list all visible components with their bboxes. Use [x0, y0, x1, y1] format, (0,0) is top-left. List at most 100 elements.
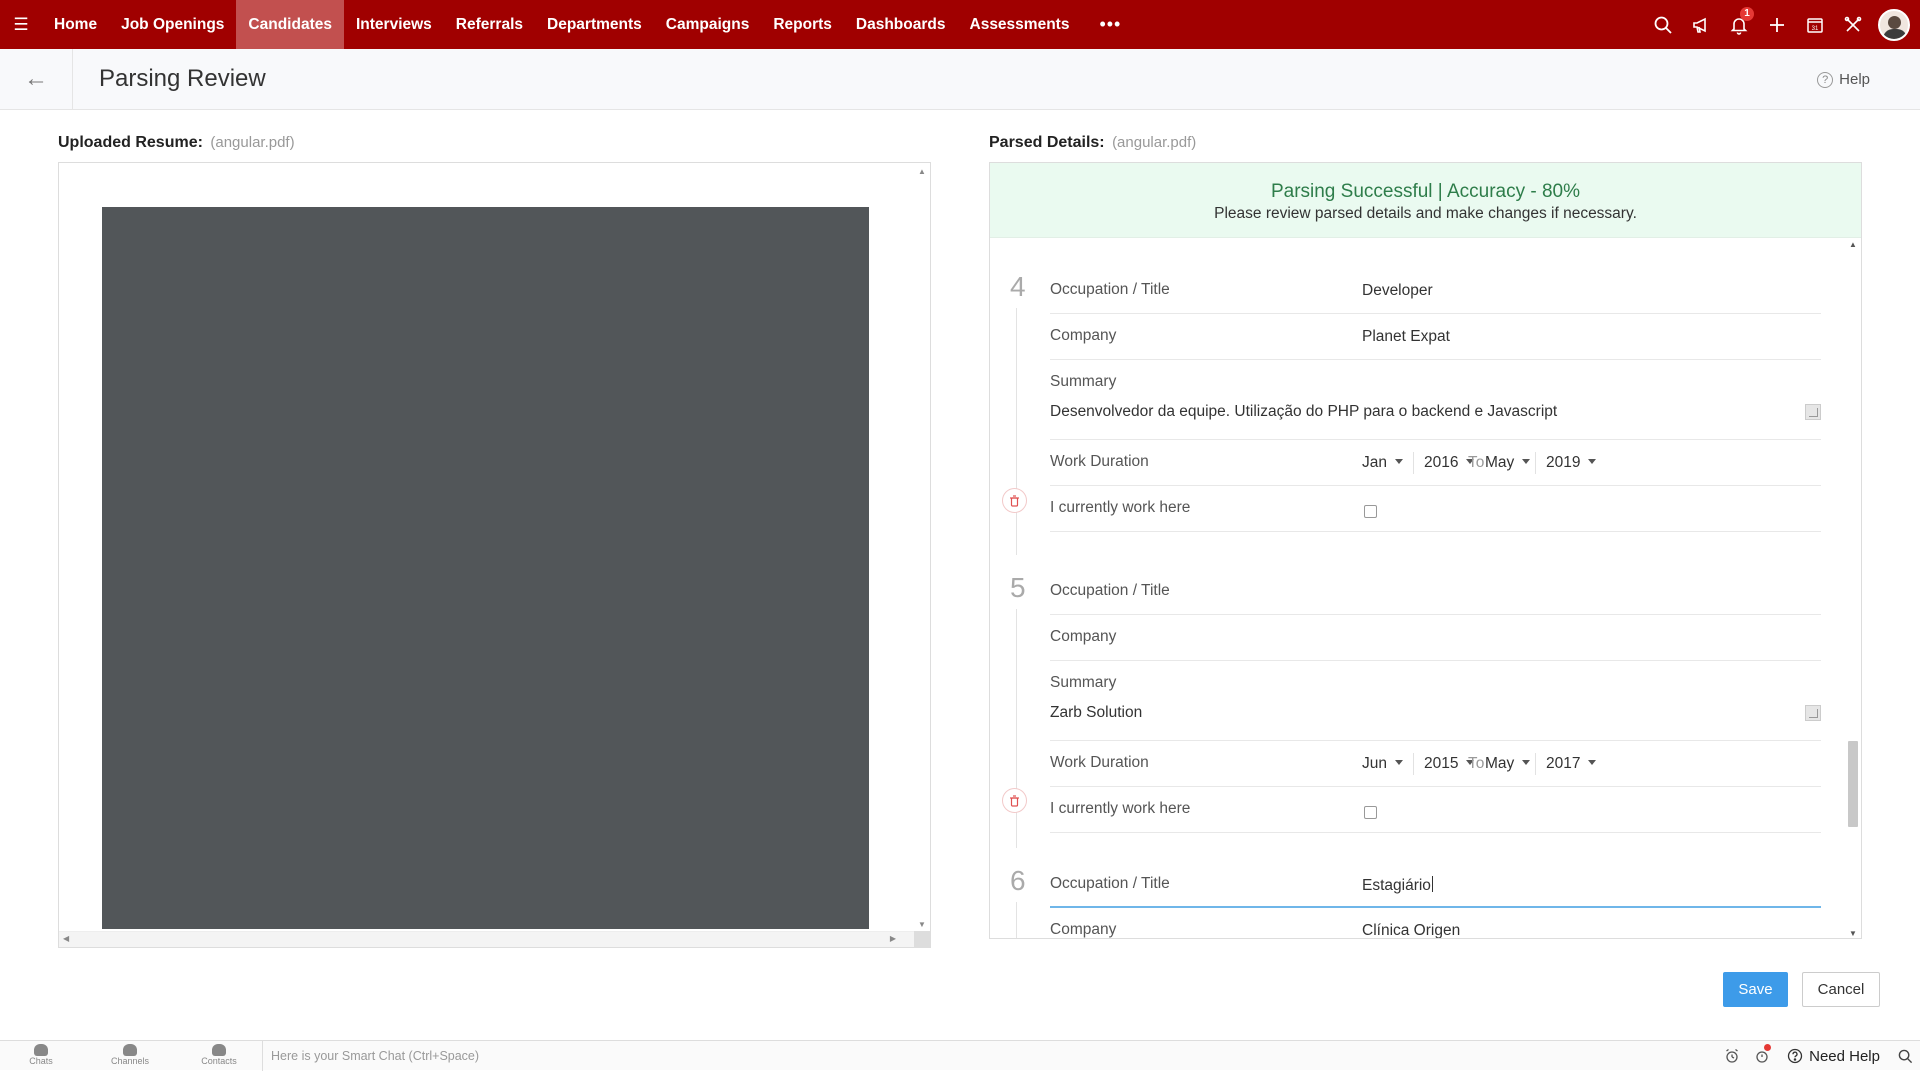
search-icon[interactable]	[1644, 0, 1682, 49]
summary-textarea[interactable]: Zarb Solution	[1050, 704, 1142, 722]
parsed-details-scrollbar[interactable]: ▲ ▼	[1845, 238, 1861, 938]
channels-icon	[123, 1044, 137, 1056]
scroll-left-icon[interactable]: ◀	[63, 934, 69, 943]
user-avatar[interactable]	[1878, 8, 1910, 41]
parsed-details-panel: Parsing Successful | Accuracy - 80% Plea…	[989, 162, 1862, 939]
textarea-resize-handle[interactable]	[1805, 404, 1821, 420]
nav-reports[interactable]: Reports	[761, 0, 844, 49]
entry-timeline-line	[1016, 308, 1017, 555]
add-icon[interactable]	[1758, 0, 1796, 49]
nav-home[interactable]: Home	[42, 0, 109, 49]
need-help-button[interactable]: Need Help	[1777, 1048, 1890, 1065]
occupation-field[interactable]: Estagiário	[1362, 876, 1433, 895]
company-label: Company	[1050, 628, 1117, 645]
contacts-tab[interactable]: Contacts	[189, 1044, 249, 1066]
bottom-actions: Need Help	[1717, 1041, 1920, 1071]
smart-chat-input[interactable]: Here is your Smart Chat (Ctrl+Space)	[262, 1041, 1710, 1071]
nav-referrals[interactable]: Referrals	[444, 0, 535, 49]
from-month-select[interactable]: Jan	[1362, 454, 1403, 472]
avatar-head-shape	[1888, 15, 1901, 29]
uploaded-resume-filename: (angular.pdf)	[210, 134, 295, 151]
nav-campaigns[interactable]: Campaigns	[654, 0, 762, 49]
delete-trash-icon[interactable]	[1002, 788, 1027, 813]
company-field[interactable]: Planet Expat	[1362, 328, 1450, 346]
from-year-select[interactable]: 2016	[1424, 454, 1475, 472]
current-work-checkbox[interactable]	[1364, 505, 1377, 518]
company-label: Company	[1050, 327, 1117, 344]
calendar-day-text: 31	[1812, 26, 1819, 32]
scroll-up-icon[interactable]: ▲	[1849, 240, 1857, 249]
channels-label: Channels	[110, 1056, 150, 1066]
reminder-icon[interactable]	[1747, 1041, 1777, 1071]
delete-trash-icon[interactable]	[1002, 488, 1027, 513]
search-icon[interactable]	[1890, 1041, 1920, 1071]
calendar-icon[interactable]: 31	[1796, 0, 1834, 49]
company-field[interactable]: Clínica Origen	[1362, 922, 1460, 938]
announcement-icon[interactable]	[1682, 0, 1720, 49]
current-work-label: I currently work here	[1050, 800, 1191, 817]
to-year-value: 2017	[1546, 755, 1581, 772]
current-work-checkbox[interactable]	[1364, 806, 1377, 819]
to-year-value: 2019	[1546, 454, 1581, 471]
save-button[interactable]: Save	[1723, 972, 1788, 1007]
nav-interviews[interactable]: Interviews	[344, 0, 444, 49]
divider	[1535, 452, 1536, 474]
nav-dashboards[interactable]: Dashboards	[844, 0, 958, 49]
to-month-select[interactable]: May	[1485, 755, 1531, 773]
divider	[1535, 753, 1536, 775]
work-duration-row: Work Duration Jan 2016 To May 2019	[1050, 440, 1821, 486]
notification-bell-icon[interactable]: 1	[1720, 0, 1758, 49]
contacts-icon	[212, 1044, 226, 1056]
from-month-select[interactable]: Jun	[1362, 755, 1403, 773]
work-duration-label: Work Duration	[1050, 453, 1149, 470]
chevron-down-icon	[1395, 459, 1403, 464]
help-link[interactable]: ? Help	[1817, 71, 1870, 88]
chats-tab[interactable]: Chats	[11, 1044, 71, 1066]
menu-icon[interactable]: ☰	[0, 15, 42, 35]
scroll-down-icon[interactable]: ▼	[918, 920, 926, 929]
parsing-status-banner: Parsing Successful | Accuracy - 80% Plea…	[990, 163, 1861, 238]
to-month-value: May	[1485, 454, 1515, 471]
scroll-down-icon[interactable]: ▼	[1849, 929, 1857, 938]
alarm-clock-icon[interactable]	[1717, 1041, 1747, 1071]
resume-horizontal-scrollbar[interactable]: ◀ ▶	[59, 931, 916, 947]
experience-number: 5	[1010, 572, 1026, 603]
scrollbar-thumb[interactable]	[1848, 741, 1858, 827]
to-month-select[interactable]: May	[1485, 454, 1531, 472]
cancel-button[interactable]: Cancel	[1802, 972, 1880, 1007]
more-menu-icon[interactable]: •••	[1099, 14, 1121, 35]
summary-textarea[interactable]: Desenvolvedor da equipe. Utilização do P…	[1050, 403, 1557, 421]
from-year-select[interactable]: 2015	[1424, 755, 1475, 773]
occupation-field[interactable]: Developer	[1362, 282, 1433, 300]
company-label: Company	[1050, 921, 1117, 938]
from-year-value: 2015	[1424, 755, 1459, 772]
textarea-resize-handle[interactable]	[1805, 705, 1821, 721]
nav-departments[interactable]: Departments	[535, 0, 654, 49]
nav-job-openings[interactable]: Job Openings	[109, 0, 236, 49]
to-year-select[interactable]: 2017	[1546, 755, 1597, 773]
occupation-label: Occupation / Title	[1050, 875, 1170, 892]
back-arrow-icon[interactable]: ←	[0, 48, 73, 110]
parsed-details-title: Parsed Details:	[989, 134, 1105, 151]
summary-row: Summary Desenvolvedor da equipe. Utiliza…	[1050, 360, 1821, 440]
nav-assessments[interactable]: Assessments	[958, 0, 1082, 49]
occupation-row: Occupation / Title Developer	[1050, 268, 1821, 314]
occupation-label: Occupation / Title	[1050, 582, 1170, 599]
resume-page	[102, 207, 869, 929]
chevron-down-icon	[1588, 760, 1597, 765]
divider	[1413, 753, 1414, 775]
scroll-right-icon[interactable]: ▶	[890, 934, 896, 943]
resume-vertical-scrollbar[interactable]: ▲ ▼	[914, 163, 930, 933]
divider	[1413, 452, 1414, 474]
chats-icon	[34, 1044, 48, 1056]
page-title: Parsing Review	[99, 65, 266, 92]
summary-label: Summary	[1050, 674, 1117, 691]
top-navigation: ☰ Home Job Openings Candidates Interview…	[0, 0, 1920, 49]
chevron-down-icon	[1395, 760, 1403, 765]
tools-icon[interactable]	[1834, 0, 1872, 49]
to-year-select[interactable]: 2019	[1546, 454, 1597, 472]
to-label: To	[1468, 454, 1485, 471]
channels-tab[interactable]: Channels	[100, 1044, 160, 1066]
scroll-up-icon[interactable]: ▲	[918, 167, 926, 176]
nav-candidates[interactable]: Candidates	[236, 0, 344, 49]
